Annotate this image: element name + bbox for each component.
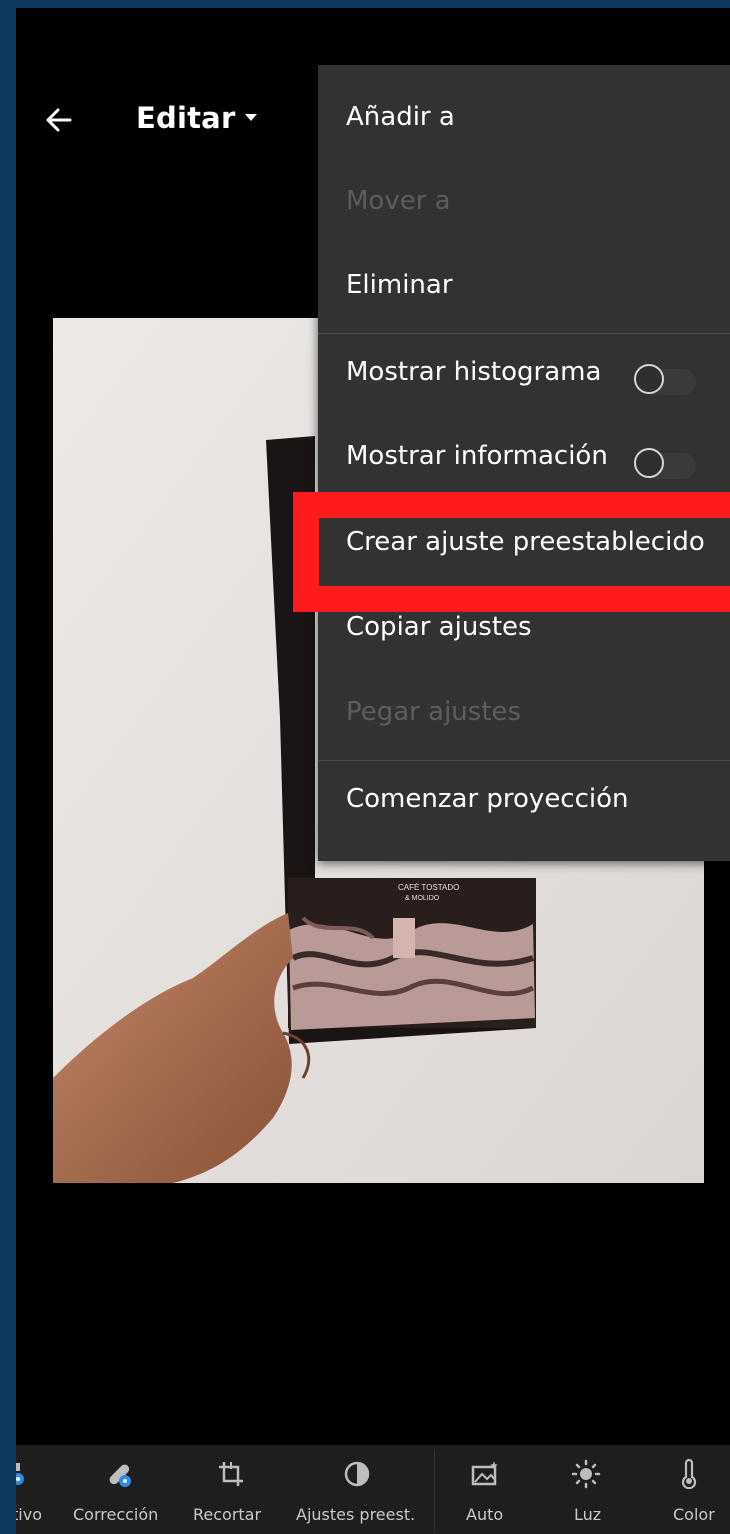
overflow-menu: Añadir a Mover a Eliminar Mostrar histog… (318, 65, 730, 861)
back-arrow-icon (46, 108, 72, 132)
bandage-icon (109, 1464, 131, 1487)
tool-healing[interactable]: Corrección (71, 1445, 171, 1534)
thermometer-icon (681, 1459, 697, 1489)
tool-presets[interactable]: Ajustes preest. (291, 1445, 421, 1534)
menu-item-show-info[interactable]: Mostrar información (318, 419, 730, 503)
tool-selective[interactable]: tivo (16, 1445, 56, 1534)
highlight-annotation (293, 492, 730, 612)
menu-item-move-to: Mover a (346, 186, 451, 216)
menu-item-show-histogram[interactable]: Mostrar histograma (318, 335, 730, 419)
histogram-toggle[interactable] (634, 364, 700, 398)
edit-mode-dropdown[interactable]: Editar (136, 101, 235, 135)
toolbar-separator (434, 1449, 435, 1531)
package-text-2: & MOLIDO (405, 895, 440, 902)
back-button[interactable] (40, 100, 80, 140)
menu-item-delete[interactable]: Eliminar (318, 248, 730, 332)
menu-item-paste-settings: Pegar ajustes (346, 697, 522, 727)
menu-divider (318, 760, 730, 761)
menu-item-start-slideshow[interactable]: Comenzar proyección (318, 762, 730, 846)
tool-color[interactable]: Color (656, 1445, 726, 1534)
tool-crop[interactable]: Recortar (188, 1445, 274, 1534)
app-screen: Editar CAFÉ TOSTADO & MOLIDO Añadir a Mo… (16, 8, 730, 1534)
tool-light[interactable]: Luz (556, 1445, 616, 1534)
crop-icon (219, 1462, 243, 1486)
selective-icon (16, 1463, 24, 1485)
caret-down-icon[interactable] (245, 114, 257, 121)
bottom-toolbar: tivo Corrección Recortar Ajustes preest. (16, 1445, 730, 1534)
sun-icon (571, 1459, 601, 1489)
menu-divider (318, 333, 730, 334)
presets-icon (344, 1461, 370, 1487)
menu-item-add-to[interactable]: Añadir a (318, 80, 730, 164)
auto-icon (471, 1461, 498, 1486)
package-text-1: CAFÉ TOSTADO (398, 883, 459, 892)
info-toggle[interactable] (634, 448, 700, 482)
tool-auto[interactable]: Auto (456, 1445, 516, 1534)
